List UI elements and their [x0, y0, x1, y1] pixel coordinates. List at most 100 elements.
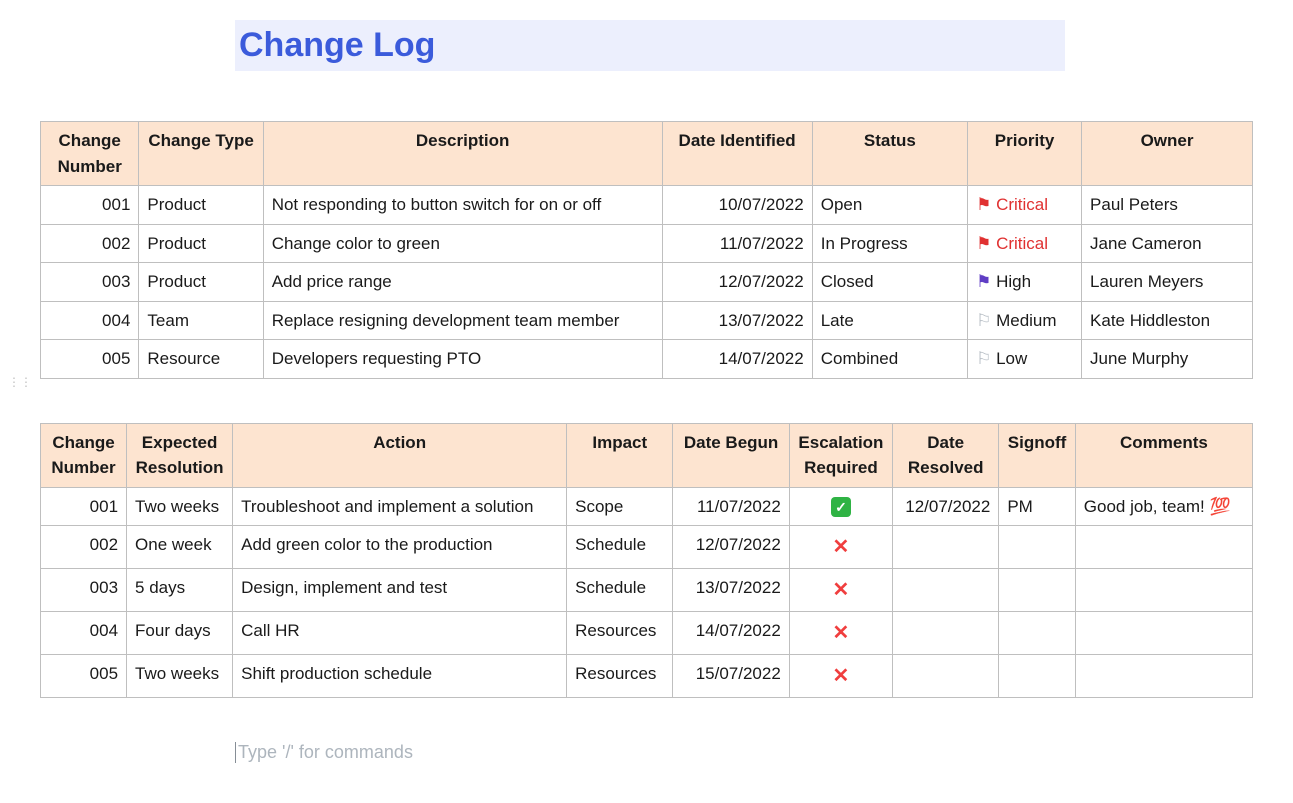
cell-signoff[interactable] [999, 655, 1075, 698]
cell-action[interactable]: Add green color to the production [233, 526, 567, 569]
table-row[interactable]: 004TeamReplace resigning development tea… [41, 301, 1253, 340]
cell-owner[interactable]: Kate Hiddleston [1082, 301, 1253, 340]
cell-owner[interactable]: Paul Peters [1082, 186, 1253, 225]
cell-change-type[interactable]: Product [139, 263, 263, 302]
cell-signoff[interactable] [999, 612, 1075, 655]
table-row[interactable]: 001ProductNot responding to button switc… [41, 186, 1253, 225]
cell-escalation[interactable]: ✕ [789, 612, 892, 655]
cell-expected-resolution[interactable]: Two weeks [127, 655, 233, 698]
col-change-number: Change Number [41, 122, 139, 186]
cell-date-resolved[interactable] [893, 526, 999, 569]
cell-priority[interactable]: ⚑ High [968, 263, 1082, 302]
cell-change-type[interactable]: Resource [139, 340, 263, 379]
slash-command-input[interactable]: Type '/' for commands [235, 742, 1253, 763]
cell-escalation[interactable]: ✓ [789, 487, 892, 526]
col-signoff: Signoff [999, 423, 1075, 487]
cell-change-type[interactable]: Product [139, 224, 263, 263]
cell-status[interactable]: Open [812, 186, 967, 225]
cell-date-resolved[interactable]: 12/07/2022 [893, 487, 999, 526]
cell-change-number[interactable]: 005 [41, 655, 127, 698]
cell-comments[interactable]: Good job, team! 💯 [1075, 487, 1252, 526]
cell-signoff[interactable] [999, 526, 1075, 569]
cell-priority[interactable]: ⚑ Critical [968, 224, 1082, 263]
cell-owner[interactable]: June Murphy [1082, 340, 1253, 379]
priority-label: Medium [996, 311, 1056, 330]
cell-description[interactable]: Replace resigning development team membe… [263, 301, 662, 340]
cell-date-resolved[interactable] [893, 569, 999, 612]
table-row[interactable]: 004Four daysCall HRResources14/07/2022✕ [41, 612, 1253, 655]
cell-date-identified[interactable]: 10/07/2022 [662, 186, 812, 225]
cell-impact[interactable]: Resources [567, 612, 673, 655]
table-row[interactable]: 002ProductChange color to green11/07/202… [41, 224, 1253, 263]
cell-expected-resolution[interactable]: Four days [127, 612, 233, 655]
cell-impact[interactable]: Resources [567, 655, 673, 698]
cell-status[interactable]: Closed [812, 263, 967, 302]
cell-change-number[interactable]: 002 [41, 526, 127, 569]
cell-change-number[interactable]: 004 [41, 612, 127, 655]
cell-impact[interactable]: Schedule [567, 569, 673, 612]
table-row[interactable]: 005ResourceDevelopers requesting PTO14/0… [41, 340, 1253, 379]
cell-expected-resolution[interactable]: Two weeks [127, 487, 233, 526]
cell-date-identified[interactable]: 12/07/2022 [662, 263, 812, 302]
cell-signoff[interactable] [999, 569, 1075, 612]
cell-date-identified[interactable]: 14/07/2022 [662, 340, 812, 379]
cell-expected-resolution[interactable]: One week [127, 526, 233, 569]
cell-comments[interactable] [1075, 612, 1252, 655]
priority-label: High [996, 272, 1031, 291]
cell-escalation[interactable]: ✕ [789, 526, 892, 569]
cell-impact[interactable]: Scope [567, 487, 673, 526]
col-date-identified: Date Identified [662, 122, 812, 186]
table-row[interactable]: 001Two weeksTroubleshoot and implement a… [41, 487, 1253, 526]
cell-expected-resolution[interactable]: 5 days [127, 569, 233, 612]
cell-owner[interactable]: Jane Cameron [1082, 224, 1253, 263]
cell-date-begun[interactable]: 15/07/2022 [673, 655, 789, 698]
cell-impact[interactable]: Schedule [567, 526, 673, 569]
table2-header-row: Change Number Expected Resolution Action… [41, 423, 1253, 487]
cell-change-number[interactable]: 003 [41, 263, 139, 302]
cell-priority[interactable]: ⚐ Medium [968, 301, 1082, 340]
cell-signoff[interactable]: PM [999, 487, 1075, 526]
cell-status[interactable]: Combined [812, 340, 967, 379]
cell-description[interactable]: Change color to green [263, 224, 662, 263]
cell-change-number[interactable]: 005 [41, 340, 139, 379]
cell-description[interactable]: Developers requesting PTO [263, 340, 662, 379]
table-row[interactable]: 002One weekAdd green color to the produc… [41, 526, 1253, 569]
cell-date-identified[interactable]: 11/07/2022 [662, 224, 812, 263]
cell-change-number[interactable]: 002 [41, 224, 139, 263]
cell-action[interactable]: Call HR [233, 612, 567, 655]
cell-action[interactable]: Design, implement and test [233, 569, 567, 612]
cell-date-begun[interactable]: 12/07/2022 [673, 526, 789, 569]
drag-handle-icon[interactable]: ⋮⋮ [8, 375, 32, 389]
table-row[interactable]: 003ProductAdd price range12/07/2022Close… [41, 263, 1253, 302]
cell-description[interactable]: Add price range [263, 263, 662, 302]
cell-date-begun[interactable]: 14/07/2022 [673, 612, 789, 655]
cell-status[interactable]: Late [812, 301, 967, 340]
cell-comments[interactable] [1075, 655, 1252, 698]
cell-comments[interactable] [1075, 526, 1252, 569]
cell-priority[interactable]: ⚑ Critical [968, 186, 1082, 225]
cell-date-begun[interactable]: 11/07/2022 [673, 487, 789, 526]
cell-action[interactable]: Shift production schedule [233, 655, 567, 698]
cell-status[interactable]: In Progress [812, 224, 967, 263]
cell-comments[interactable] [1075, 569, 1252, 612]
cell-change-number[interactable]: 003 [41, 569, 127, 612]
cell-date-resolved[interactable] [893, 612, 999, 655]
cell-change-number[interactable]: 001 [41, 186, 139, 225]
cell-priority[interactable]: ⚐ Low [968, 340, 1082, 379]
cell-date-begun[interactable]: 13/07/2022 [673, 569, 789, 612]
table-row[interactable]: 0035 daysDesign, implement and testSched… [41, 569, 1253, 612]
cell-change-type[interactable]: Product [139, 186, 263, 225]
cell-escalation[interactable]: ✕ [789, 655, 892, 698]
change-log-table-1: Change Number Change Type Description Da… [40, 121, 1253, 379]
cell-escalation[interactable]: ✕ [789, 569, 892, 612]
cell-action[interactable]: Troubleshoot and implement a solution [233, 487, 567, 526]
cell-date-resolved[interactable] [893, 655, 999, 698]
col-description: Description [263, 122, 662, 186]
cell-date-identified[interactable]: 13/07/2022 [662, 301, 812, 340]
table-row[interactable]: 005Two weeksShift production scheduleRes… [41, 655, 1253, 698]
cell-change-number[interactable]: 001 [41, 487, 127, 526]
cell-owner[interactable]: Lauren Meyers [1082, 263, 1253, 302]
cell-change-number[interactable]: 004 [41, 301, 139, 340]
cell-description[interactable]: Not responding to button switch for on o… [263, 186, 662, 225]
cell-change-type[interactable]: Team [139, 301, 263, 340]
